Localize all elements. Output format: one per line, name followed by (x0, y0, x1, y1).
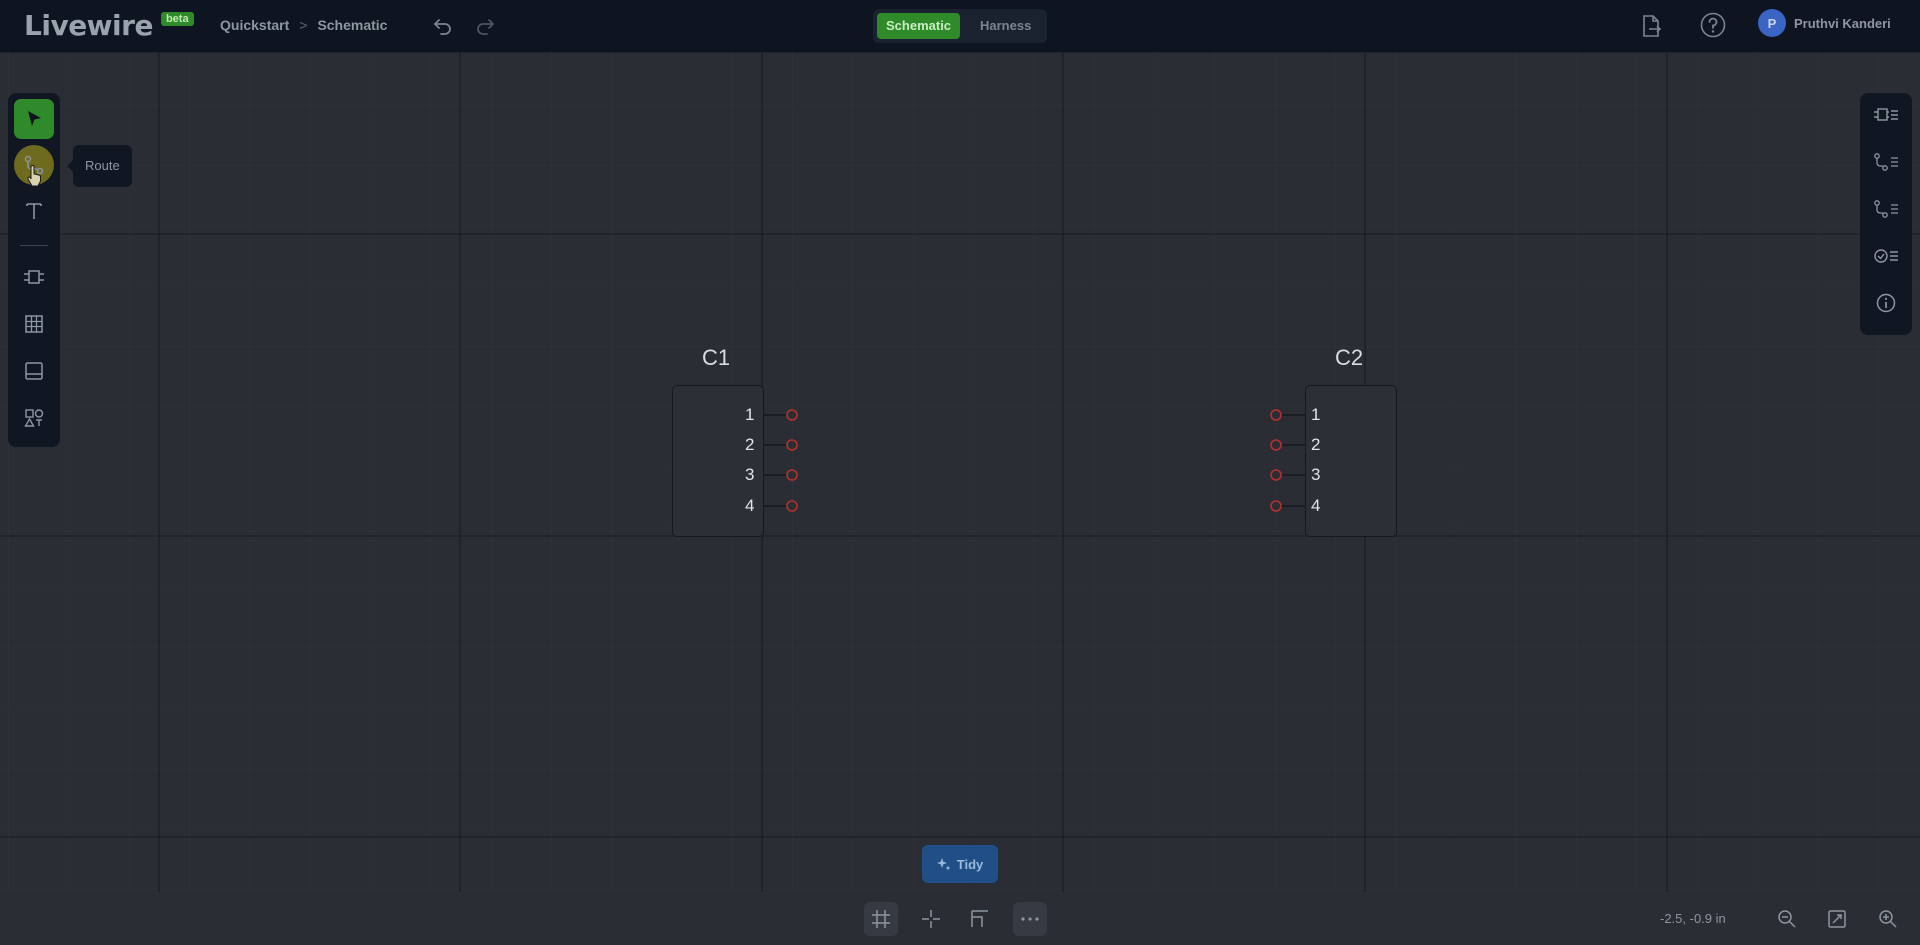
text-icon (26, 203, 42, 219)
component-list-button[interactable] (1870, 99, 1902, 131)
ortho-route-icon (971, 910, 988, 927)
tidy-label: Tidy (956, 856, 984, 872)
breadcrumb-page: Schematic (317, 17, 388, 33)
table-tool[interactable] (14, 304, 54, 344)
pin-connector (1270, 439, 1282, 451)
export-icon[interactable] (1640, 14, 1662, 38)
pin-connector (786, 469, 798, 481)
crosshair-icon (922, 910, 940, 928)
component-tool[interactable] (14, 257, 54, 297)
breadcrumb: Quickstart > Schematic (220, 17, 387, 33)
more-icon (1021, 917, 1039, 921)
zoom-in-icon (1879, 910, 1897, 928)
wire-list-button[interactable] (1870, 193, 1902, 225)
component-c1[interactable]: C1 1 2 3 4 (660, 345, 810, 540)
hand-cursor-icon (27, 165, 41, 187)
fit-view-icon (1828, 910, 1846, 928)
component-c2[interactable]: C2 1 2 3 4 (1265, 345, 1415, 540)
checklist-button[interactable] (1870, 240, 1902, 272)
info-icon (1876, 293, 1896, 313)
bottom-bar: -2.5, -0.9 in (0, 892, 1920, 945)
pin-connector (786, 439, 798, 451)
tab-harness[interactable]: Harness (971, 13, 1040, 39)
top-bar: Livewire beta Quickstart > Schematic Sch… (0, 0, 1920, 53)
pin-connector (1270, 469, 1282, 481)
mode-switch: Schematic Harness (873, 9, 1047, 43)
shapes-icon (24, 409, 44, 427)
grid-toggle[interactable] (864, 902, 898, 936)
text-tool[interactable] (14, 191, 54, 231)
ortho-route-toggle[interactable] (963, 902, 997, 936)
logo-text: Livewire (24, 8, 153, 42)
title-block-icon (25, 362, 43, 380)
checklist-icon (1874, 249, 1898, 263)
right-toolbar (1860, 93, 1912, 335)
pin-connector (1270, 500, 1282, 512)
pin-connector (786, 500, 798, 512)
wire-list-icon (1874, 200, 1898, 218)
c1-pins (763, 409, 798, 512)
breadcrumb-separator: > (299, 17, 308, 33)
tab-schematic[interactable]: Schematic (877, 13, 961, 39)
route-tooltip: Route (67, 145, 132, 187)
app-logo[interactable]: Livewire beta (24, 8, 194, 42)
user-menu[interactable]: P Pruthvi Kanderi (1758, 9, 1891, 37)
left-toolbar (8, 93, 60, 447)
crosshair-toggle[interactable] (914, 902, 948, 936)
breadcrumb-project[interactable]: Quickstart (220, 17, 289, 33)
select-tool[interactable] (14, 99, 54, 139)
shapes-tool[interactable] (14, 398, 54, 438)
toolbar-divider (20, 245, 48, 246)
avatar: P (1758, 9, 1786, 37)
pin-connector (1270, 409, 1282, 421)
component-icon (24, 270, 44, 284)
redo-icon[interactable] (474, 14, 496, 36)
zoom-out-icon (1778, 910, 1796, 928)
info-button[interactable] (1870, 287, 1902, 319)
pin-connector (786, 409, 798, 421)
cursor-coordinates: -2.5, -0.9 in (1660, 911, 1726, 926)
sparkle-icon (936, 858, 951, 871)
table-icon (25, 315, 43, 333)
more-options-button[interactable] (1013, 902, 1047, 936)
pointer-icon (28, 111, 41, 126)
net-list-button[interactable] (1870, 146, 1902, 178)
zoom-out-button[interactable] (1770, 902, 1804, 936)
net-list-icon (1874, 153, 1898, 171)
help-icon[interactable] (1700, 12, 1726, 38)
user-name: Pruthvi Kanderi (1794, 15, 1891, 31)
grid-icon (872, 910, 890, 928)
fit-view-button[interactable] (1820, 902, 1854, 936)
zoom-in-button[interactable] (1871, 902, 1905, 936)
beta-badge: beta (160, 12, 194, 26)
tidy-button[interactable]: Tidy (922, 845, 998, 883)
undo-icon[interactable] (432, 14, 454, 36)
c2-pins (1270, 409, 1305, 512)
canvas-grid (0, 52, 1920, 892)
schematic-canvas[interactable] (0, 52, 1920, 892)
component-list-icon (1874, 108, 1898, 121)
title-block-tool[interactable] (14, 351, 54, 391)
